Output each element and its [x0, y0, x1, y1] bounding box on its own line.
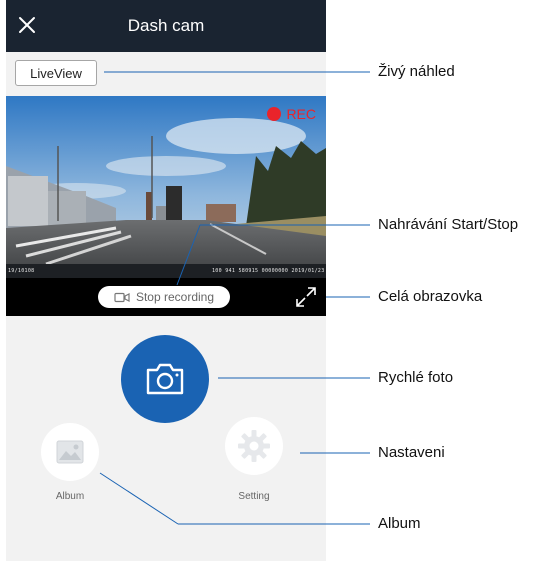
video-camera-icon — [114, 292, 130, 302]
liveview-button[interactable]: LiveView — [15, 60, 97, 86]
recording-indicator: REC — [267, 106, 316, 122]
setting-button[interactable] — [225, 417, 283, 475]
dashcam-video-frame — [6, 96, 326, 278]
app-screen: Dash cam LiveView REC 19/10108 100 941 5… — [6, 0, 326, 561]
callout-quick-photo: Rychlé foto — [378, 369, 454, 386]
rec-label: REC — [286, 106, 316, 122]
camera-icon — [146, 363, 184, 395]
album-label: Album — [55, 491, 85, 502]
live-video-view[interactable] — [6, 96, 326, 278]
callout-album: Album — [378, 515, 421, 532]
callout-fullscreen: Celá obrazovka — [378, 288, 483, 305]
osd-left-readout: 19/10108 — [8, 268, 35, 274]
callout-settings: Nastaveni — [378, 444, 445, 461]
image-icon — [56, 440, 84, 464]
setting-label: Setting — [238, 491, 270, 502]
fullscreen-expand-icon — [296, 287, 316, 307]
album-button[interactable] — [41, 423, 99, 481]
fullscreen-button[interactable] — [294, 285, 318, 309]
video-control-bar: Stop recording — [6, 278, 326, 316]
stop-recording-label: Stop recording — [135, 290, 215, 304]
quick-photo-button[interactable] — [121, 335, 209, 423]
callout-live-preview: Živý náhled — [378, 63, 455, 80]
title-bar: Dash cam — [6, 0, 326, 52]
stop-recording-button[interactable]: Stop recording — [98, 286, 230, 308]
osd-right-readout: 100 941 580915 00000000 2019/01/23 — [212, 268, 325, 274]
page-title: Dash cam — [127, 16, 205, 35]
gear-icon — [238, 430, 270, 462]
rec-dot-icon — [267, 107, 282, 121]
callout-record: Nahrávání Start/Stop — [378, 216, 519, 233]
